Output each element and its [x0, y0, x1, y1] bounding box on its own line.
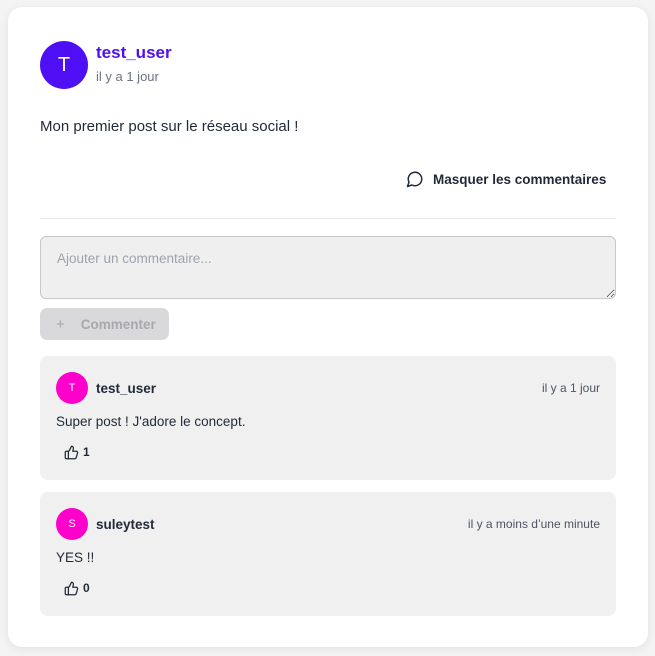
comment-author-name[interactable]: test_user	[96, 381, 156, 396]
comment-timestamp: il y a moins d’une minute	[467, 517, 600, 531]
comment-timestamp: il y a 1 jour	[541, 381, 600, 395]
like-button[interactable]: 0	[64, 578, 90, 598]
post-header: T test_user il y a 1 jour	[40, 41, 172, 89]
toggle-comments-label: Masquer les commentaires	[433, 171, 607, 187]
post-timestamp: il y a 1 jour	[96, 69, 159, 84]
submit-comment-label: Commenter	[80, 316, 156, 332]
avatar-initial: T	[57, 53, 71, 76]
post-card: T test_user il y a 1 jour Mon premier po…	[8, 7, 648, 647]
avatar: T	[56, 372, 88, 404]
comment-author-name[interactable]: suleytest	[96, 517, 155, 532]
thumbs-up-icon	[64, 445, 79, 459]
like-count: 1	[83, 445, 90, 459]
avatar: T	[40, 41, 88, 89]
submit-comment-button[interactable]: + Commenter	[40, 308, 169, 340]
comment-text: Super post ! J'adore le concept.	[56, 414, 246, 429]
comment-bubble-icon	[406, 171, 423, 188]
comment-input[interactable]	[40, 236, 616, 299]
avatar-initial: S	[68, 518, 76, 530]
comment-header: T test_user il y a 1 jour	[56, 372, 600, 404]
avatar: S	[56, 508, 88, 540]
like-count: 0	[83, 581, 90, 595]
toggle-comments-button[interactable]: Masquer les commentaires	[406, 168, 606, 190]
avatar-initial: T	[68, 382, 76, 394]
thumbs-up-icon	[64, 581, 79, 595]
comment-text: YES !!	[56, 550, 95, 565]
comment-header: S suleytest il y a moins d’une minute	[56, 508, 600, 540]
divider	[40, 218, 616, 219]
post-content: Mon premier post sur le réseau social !	[40, 118, 299, 135]
post-author-name[interactable]: test_user	[96, 42, 172, 64]
author-block: test_user il y a 1 jour	[96, 43, 172, 84]
comment-item: T test_user il y a 1 jour Super post ! J…	[40, 356, 616, 480]
plus-icon: +	[56, 315, 65, 333]
like-button[interactable]: 1	[64, 442, 90, 462]
comment-item: S suleytest il y a moins d’une minute YE…	[40, 492, 616, 616]
